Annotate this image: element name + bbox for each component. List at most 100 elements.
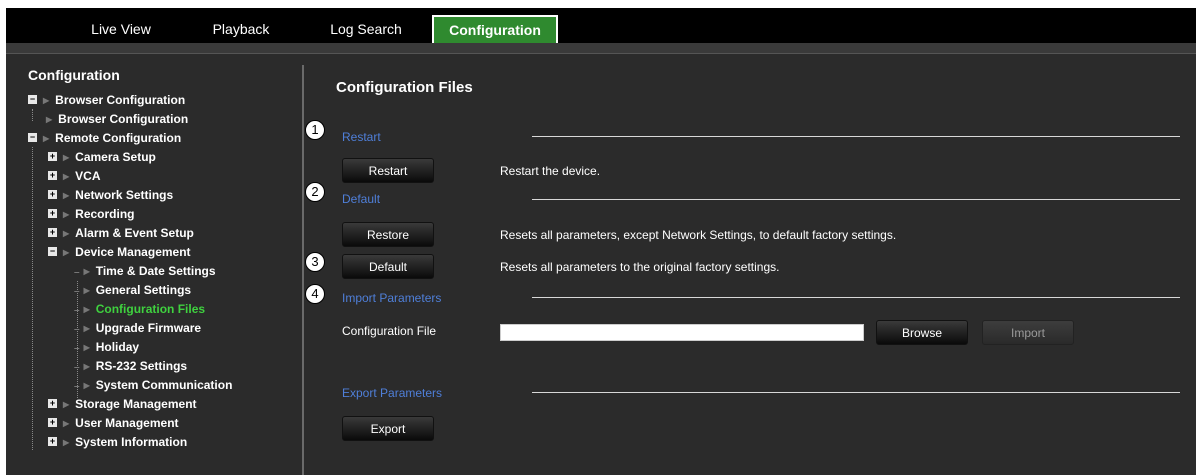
arrow-right-icon: ▶ [63,172,70,182]
expand-icon[interactable]: + [48,171,57,181]
sidebar-item-browser-configuration[interactable]: − ▶ Browser Configuration [28,91,185,110]
sidebar-item-label: Network Settings [75,188,174,202]
sidebar-item-label: Storage Management [75,397,197,411]
restore-button[interactable]: Restore [342,222,434,247]
arrow-right-icon: ▶ [63,153,70,163]
arrow-right-icon: ▶ [63,400,70,410]
sidebar-item-holiday[interactable]: – ▶ Holiday [74,338,139,357]
arrow-right-icon: ▶ [46,115,53,125]
default-button[interactable]: Default [342,254,434,279]
tree-line [32,109,33,121]
sidebar-item-system-information[interactable]: + ▶ System Information [48,433,187,452]
collapse-icon[interactable]: − [48,247,57,257]
collapse-icon[interactable]: − [28,95,37,105]
expand-icon[interactable]: + [48,190,57,200]
sidebar-item-label: Remote Configuration [55,131,182,145]
callout-2: 2 [305,182,325,202]
sidebar-item-label: Time & Date Settings [95,264,216,278]
restart-description: Restart the device. [500,164,601,178]
configuration-file-input[interactable] [500,324,864,341]
sidebar-item-time-date-settings[interactable]: – ▶ Time & Date Settings [74,262,216,281]
sidebar-item-vca[interactable]: + ▶ VCA [48,167,101,186]
arrow-right-icon: ▶ [63,248,70,258]
tab-playback[interactable]: Playback [196,15,286,43]
sidebar-item-rs232-settings[interactable]: – ▶ RS-232 Settings [74,357,187,376]
expand-icon[interactable]: + [48,418,57,428]
arrow-right-icon: ▶ [83,305,90,315]
sidebar-item-configuration-files[interactable]: – ▶ Configuration Files [74,300,205,319]
expand-icon[interactable]: + [48,399,57,409]
sidebar-item-system-communication[interactable]: – ▶ System Communication [74,376,232,395]
browse-button[interactable]: Browse [876,320,968,345]
section-import-label: Import Parameters [342,291,442,305]
sidebar-item-label: Browser Configuration [55,93,186,107]
sidebar-item-label: VCA [75,169,101,183]
expand-icon[interactable]: + [48,209,57,219]
sidebar-item-label: User Management [75,416,179,430]
expand-icon[interactable]: + [48,152,57,162]
arrow-right-icon: ▶ [43,96,50,106]
configuration-file-label: Configuration File [342,324,437,338]
top-nav: Live View Playback Log Search Configurat… [6,8,1196,43]
expand-icon[interactable]: + [48,437,57,447]
arrow-right-icon: ▶ [63,419,70,429]
restart-button[interactable]: Restart [342,158,434,183]
sidebar-item-label: System Information [75,435,188,449]
sidebar-item-user-management[interactable]: + ▶ User Management [48,414,179,433]
arrow-right-icon: ▶ [83,324,90,334]
sidebar-item-alarm-event-setup[interactable]: + ▶ Alarm & Event Setup [48,224,194,243]
sidebar-item-label: General Settings [95,283,192,297]
sidebar-item-remote-configuration[interactable]: − ▶ Remote Configuration [28,129,181,148]
sidebar-item-general-settings[interactable]: – ▶ General Settings [74,281,191,300]
sidebar-item-label: Recording [75,207,135,221]
collapse-icon[interactable]: − [28,133,37,143]
sidebar-item-storage-management[interactable]: + ▶ Storage Management [48,395,197,414]
arrow-right-icon: ▶ [63,191,70,201]
tab-live-view[interactable]: Live View [76,15,166,43]
export-button[interactable]: Export [342,416,434,441]
arrow-right-icon: ▶ [83,267,90,277]
sidebar-item-camera-setup[interactable]: + ▶ Camera Setup [48,148,156,167]
section-divider [532,392,1180,393]
sidebar-item-network-settings[interactable]: + ▶ Network Settings [48,186,173,205]
sidebar-item-label: Holiday [95,340,140,354]
sidebar-item-label: Alarm & Event Setup [75,226,194,240]
arrow-right-icon: ▶ [83,286,90,296]
sidebar-item-label: RS-232 Settings [95,359,188,373]
arrow-right-icon: ▶ [63,210,70,220]
sidebar: Configuration − ▶ Browser Configuration ▶ B… [14,65,300,475]
section-divider [532,297,1180,298]
callout-1: 1 [305,120,325,140]
callout-4: 4 [305,284,325,304]
expand-icon[interactable]: + [48,228,57,238]
arrow-right-icon: ▶ [83,362,90,372]
panel-divider [302,65,304,475]
tab-configuration[interactable]: Configuration [432,15,558,43]
main-panel: Configuration Files Restart Restart Rest… [306,65,1196,475]
sidebar-item-recording[interactable]: + ▶ Recording [48,205,135,224]
callout-3: 3 [305,252,325,272]
sidebar-item-label: Browser Configuration [58,112,189,126]
sidebar-title: Configuration [28,67,120,83]
sidebar-item-label: Camera Setup [75,150,156,164]
sidebar-item-label: Device Management [75,245,191,259]
arrow-right-icon: ▶ [83,343,90,353]
section-restart-label: Restart [342,130,381,144]
page-title: Configuration Files [336,79,473,96]
section-export-label: Export Parameters [342,386,443,400]
arrow-right-icon: ▶ [83,381,90,391]
arrow-right-icon: ▶ [43,134,50,144]
import-button[interactable]: Import [982,320,1074,345]
sidebar-item-browser-configuration-child[interactable]: ▶ Browser Configuration [46,110,188,129]
section-default-label: Default [342,192,381,206]
sidebar-item-device-management[interactable]: − ▶ Device Management [48,243,191,262]
arrow-right-icon: ▶ [63,229,70,239]
tab-log-search[interactable]: Log Search [316,15,416,43]
section-divider [532,136,1180,137]
sidebar-item-upgrade-firmware[interactable]: – ▶ Upgrade Firmware [74,319,201,338]
tree-line [32,147,33,450]
sidebar-item-label: Upgrade Firmware [95,321,202,335]
restore-description: Resets all parameters, except Network Se… [500,228,897,242]
sidebar-item-label: Configuration Files [95,302,206,316]
arrow-right-icon: ▶ [63,438,70,448]
